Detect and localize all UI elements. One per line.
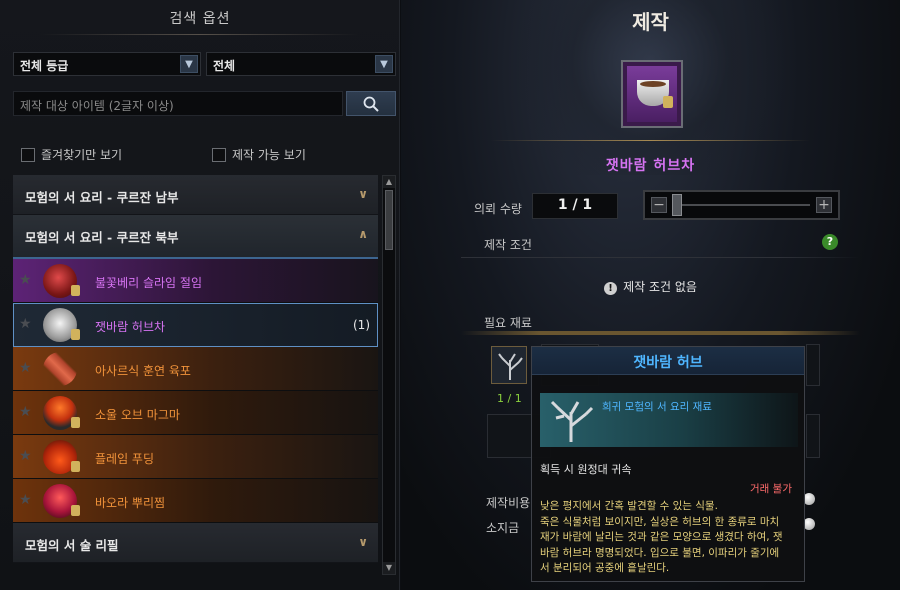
category-liquor-refill[interactable]: 모험의 서 술 리필 ∨ — [13, 523, 378, 563]
help-icon[interactable]: ? — [822, 234, 838, 250]
category-kurzan-north[interactable]: 모험의 서 요리 - 쿠르잔 북부 ∧ — [13, 215, 378, 259]
tooltip-bind: 획득 시 원정대 귀속 — [540, 463, 632, 476]
herb-tea-icon — [637, 80, 673, 108]
recipe-item-label: 잿바람 허브차 — [95, 320, 166, 334]
lock-icon — [71, 417, 80, 428]
type-select-value: 전체 — [213, 59, 236, 73]
no-condition-label: 제작 조건 없음 — [623, 280, 697, 294]
grade-select-value: 전체 등급 — [20, 59, 69, 73]
gold-divider — [491, 140, 810, 141]
chevron-down-icon: ∨ — [358, 187, 368, 201]
craftable-only-label: 제작 가능 보기 — [232, 148, 306, 162]
section-divider — [461, 257, 860, 258]
search-icon — [363, 96, 379, 112]
star-icon[interactable]: ★ — [19, 360, 32, 376]
recipe-item-label: 소울 오브 마그마 — [95, 408, 180, 422]
condition-label: 제작 조건 — [484, 238, 532, 252]
material-tooltip: 잿바람 허브 희귀 모험의 서 요리 재료 획득 시 원정대 귀속 거래 불가 … — [531, 346, 805, 582]
cost-label: 제작비용 — [486, 496, 531, 510]
result-item-name: 잿바람 허브차 — [605, 158, 696, 174]
slider-knob[interactable] — [672, 194, 682, 216]
gold-label: 소지금 — [486, 521, 520, 535]
quantity-label: 의뢰 수량 — [474, 202, 522, 216]
empty-material-slot — [806, 344, 820, 386]
recipe-item-label: 플레임 푸딩 — [95, 452, 155, 466]
tooltip-trade: 거래 불가 — [750, 483, 792, 495]
star-icon[interactable]: ★ — [19, 404, 32, 420]
chevron-up-icon: ∧ — [358, 227, 368, 241]
recipe-item[interactable]: ★ 바오라 뿌리찜 — [13, 479, 378, 523]
decrease-button[interactable]: − — [651, 197, 667, 213]
star-icon[interactable]: ★ — [19, 448, 32, 464]
recipe-list: 모험의 서 요리 - 쿠르잔 남부 ∨ 모험의 서 요리 - 쿠르잔 북부 ∧ … — [13, 175, 378, 575]
checkbox-box — [21, 147, 35, 162]
herb-icon — [550, 400, 594, 442]
chevron-down-icon: ▼ — [180, 55, 198, 73]
recipe-item-selected[interactable]: ★ 잿바람 허브차 (1) — [13, 303, 378, 347]
category-label: 모험의 서 요리 - 쿠르잔 북부 — [25, 230, 179, 245]
slider-track — [673, 204, 810, 206]
recipe-item[interactable]: ★ 불꽃베리 슬라임 절임 — [13, 259, 378, 303]
description-line: 죽은 식물처럼 보이지만, 실상은 허브의 한 종류로 마치 — [540, 515, 780, 528]
description-line: 낮은 평지에서 간혹 발견할 수 있는 식물. — [540, 500, 718, 512]
grade-select[interactable]: 전체 등급 ▼ — [13, 52, 201, 76]
quantity-slider[interactable]: − + — [643, 190, 840, 220]
star-icon[interactable]: ★ — [19, 272, 32, 288]
material-count: 1 / 1 — [497, 392, 522, 405]
recipe-item-label: 아사르식 훈연 육포 — [95, 364, 191, 378]
tooltip-description: 낮은 평지에서 간혹 발견할 수 있는 식물. 죽은 식물처럼 보이지만, 실상… — [540, 499, 800, 577]
result-item-background — [627, 66, 677, 122]
jerky-icon — [43, 352, 77, 386]
scrollbar-thumb[interactable] — [385, 190, 393, 250]
lock-icon — [71, 285, 80, 296]
chevron-down-icon: ∨ — [358, 535, 368, 549]
title-divider — [40, 34, 359, 35]
craftable-count: (1) — [353, 318, 370, 332]
crafting-title: 제작 — [632, 10, 669, 34]
description-line: 바람 허브라 명명되었다. 입으로 불면, 이파리가 줄기에 — [540, 546, 780, 559]
recipe-item-label: 불꽃베리 슬라임 절임 — [95, 276, 202, 290]
materials-divider — [461, 331, 860, 335]
lock-icon — [71, 329, 80, 340]
recipe-item[interactable]: ★ 플레임 푸딩 — [13, 435, 378, 479]
tea-surface — [640, 81, 666, 87]
lock-icon — [71, 461, 80, 472]
list-scrollbar[interactable]: ▲ ▼ — [382, 175, 396, 575]
search-input[interactable]: 제작 대상 아이템 (2글자 이상) — [13, 91, 343, 116]
material-slot[interactable] — [491, 346, 527, 384]
materials-label: 필요 재료 — [484, 316, 532, 330]
result-item-slot[interactable] — [621, 60, 683, 128]
star-icon[interactable]: ★ — [19, 316, 32, 332]
info-icon: ! — [604, 282, 618, 295]
star-icon[interactable]: ★ — [19, 492, 32, 508]
category-label: 모험의 서 요리 - 쿠르잔 남부 — [25, 190, 179, 205]
panel-title: 검색 옵션 — [169, 11, 231, 27]
lock-icon — [71, 505, 80, 516]
increase-button[interactable]: + — [816, 197, 832, 213]
quantity-field[interactable]: 1 / 1 — [532, 193, 618, 219]
description-line: 재가 바람에 날리는 것과 같은 모양으로 생겼다 하여, 잿 — [540, 531, 783, 543]
category-label: 모험의 서 술 리필 — [25, 538, 119, 553]
search-options-panel: 검색 옵션 전체 등급 ▼ 전체 ▼ 제작 대상 아이템 (2글자 이상) 즐겨… — [0, 0, 400, 590]
tooltip-grade: 희귀 모험의 서 요리 재료 — [602, 401, 712, 413]
recipe-item[interactable]: ★ 소울 오브 마그마 — [13, 391, 378, 435]
favorites-only-checkbox[interactable]: 즐겨찾기만 보기 — [21, 146, 122, 163]
no-condition-text: ! 제작 조건 없음 — [401, 278, 900, 295]
search-button[interactable] — [346, 91, 396, 116]
scroll-down-button[interactable]: ▼ — [383, 562, 395, 574]
scroll-up-button[interactable]: ▲ — [383, 176, 395, 188]
favorites-only-label: 즐겨찾기만 보기 — [41, 148, 123, 162]
lock-icon — [663, 96, 673, 108]
recipe-item[interactable]: ★ 아사르식 훈연 육포 — [13, 347, 378, 391]
empty-material-slot — [806, 414, 820, 458]
recipe-item-label: 바오라 뿌리찜 — [95, 496, 166, 510]
tooltip-title: 잿바람 허브 — [532, 347, 804, 375]
description-line: 서 분리되어 공중에 흩날린다. — [540, 562, 670, 574]
type-select[interactable]: 전체 ▼ — [206, 52, 396, 76]
chevron-down-icon: ▼ — [375, 55, 393, 73]
checkbox-box — [212, 147, 226, 162]
craftable-only-checkbox[interactable]: 제작 가능 보기 — [212, 146, 306, 163]
herb-icon — [498, 353, 523, 380]
category-kurzan-south[interactable]: 모험의 서 요리 - 쿠르잔 남부 ∨ — [13, 175, 378, 215]
